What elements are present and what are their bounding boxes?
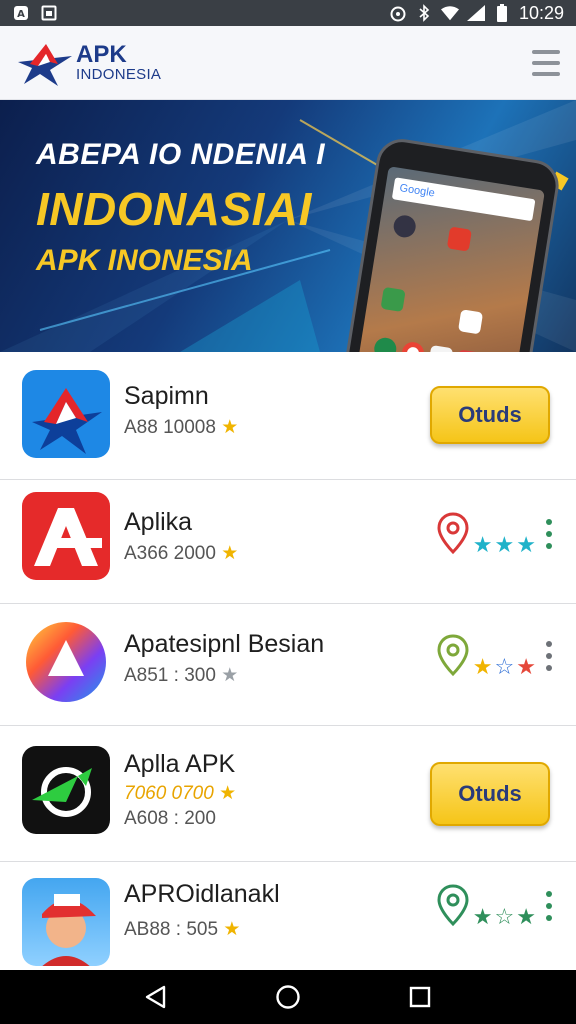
app-subtitle: AB88 : 505 ★ (124, 919, 241, 940)
download-button[interactable]: Otuds (430, 386, 550, 444)
star-icon: ★ (223, 919, 241, 940)
app-icon (428, 344, 454, 352)
app-subtitle: A851 : 300 ★ (124, 665, 239, 686)
app-name: APROidlanakl (124, 880, 280, 908)
app-subtitle: A366 2000 ★ (124, 543, 239, 564)
star-icon: ★ (494, 532, 515, 557)
chrome-icon (400, 340, 426, 352)
alarm-icon (389, 5, 407, 22)
status-time: 10:29 (518, 2, 564, 23)
star-rating: ★ ★ ★ (473, 532, 536, 558)
app-highlight: 7060 0700 ★ (124, 783, 237, 804)
kid-avatar-icon (22, 878, 110, 966)
battery-icon (493, 4, 511, 22)
app-icon (380, 286, 406, 313)
rating-group: ★ ★ ★ (437, 510, 552, 558)
star-icon: ★ (221, 543, 239, 564)
location-pin-icon (437, 884, 469, 927)
more-options-icon[interactable] (546, 891, 552, 921)
star-icon: ★ (221, 417, 239, 438)
app-name: Aplika (124, 508, 193, 536)
svg-text:A: A (17, 9, 25, 20)
list-item[interactable]: Aplika A366 2000 ★ ★ ★ ★ (0, 480, 576, 604)
phone-app-icon (372, 336, 398, 352)
app-name: Apatesipnl Besian (124, 630, 325, 658)
star-outline-icon: ☆ (494, 654, 515, 679)
app-subtitle: A88 10008 ★ (124, 417, 239, 438)
phone-search-bar: Google (391, 177, 536, 222)
app-list: Sapimn A88 10008 ★ Otuds Aplika A366 200… (0, 352, 576, 970)
star-icon: ★ (516, 904, 536, 929)
star-icon: ★ (516, 654, 536, 679)
rating-group: ★ ☆ ★ (437, 882, 552, 930)
app-subtitle: A608 : 200 (124, 808, 216, 829)
app-header: APK INDONESIA (0, 26, 576, 100)
rainbow-triangle-icon (22, 618, 110, 706)
list-item[interactable]: APROidlanakl AB88 : 505 ★ ★ ☆ ★ (0, 862, 576, 970)
red-a-icon (22, 492, 110, 580)
play-store-icon (457, 309, 484, 335)
banner-line3: APK INONESIA (36, 244, 253, 277)
app-icon (446, 226, 472, 252)
logo-line1: APK (76, 41, 127, 68)
recents-square-icon[interactable] (405, 982, 435, 1012)
location-pin-icon (437, 512, 469, 555)
app-name: Aplla APK (124, 750, 236, 778)
hamburger-menu-icon[interactable] (532, 49, 560, 76)
list-item[interactable]: Aplla APK 7060 0700 ★ A608 : 200 Otuds (0, 726, 576, 862)
star-icon: ★ (221, 665, 239, 686)
apk-indonesia-logo-icon (22, 370, 110, 458)
clock-app-icon (392, 213, 418, 239)
home-circle-icon[interactable] (273, 982, 303, 1012)
star-icon: ★ (472, 904, 493, 929)
star-icon: ★ (516, 532, 536, 557)
apk-indonesia-logo-icon (18, 43, 72, 86)
wifi-icon (440, 5, 459, 21)
star-rating: ★ ☆ ★ (473, 654, 536, 680)
star-icon: ★ (472, 654, 493, 679)
system-nav-bar (0, 970, 576, 1024)
notification-a-icon: A (12, 5, 30, 21)
signal-icon (466, 5, 485, 21)
more-options-icon[interactable] (546, 641, 552, 671)
app-name: Sapimn (124, 382, 209, 410)
brand-logo-text[interactable]: APK INDONESIA (76, 41, 162, 83)
bluetooth-icon (415, 4, 433, 22)
logo-line2: INDONESIA (76, 66, 162, 83)
status-bar: A 10:29 (0, 0, 576, 26)
star-outline-icon: ☆ (494, 904, 515, 929)
image-icon (40, 5, 58, 21)
green-arrow-icon (22, 746, 110, 834)
location-pin-icon (437, 634, 469, 677)
list-item[interactable]: Apatesipnl Besian A851 : 300 ★ ★ ☆ ★ (0, 604, 576, 726)
list-item[interactable]: Sapimn A88 10008 ★ Otuds (0, 352, 576, 480)
back-triangle-icon[interactable] (141, 982, 171, 1012)
banner-line1: ABEPA IO NDENIA I (36, 138, 326, 171)
phone-screen: Google (353, 166, 545, 352)
rating-group: ★ ☆ ★ (437, 632, 552, 680)
banner-headline: ABEPA IO NDENIA I INDONASIAI APK INONESI… (36, 138, 325, 278)
star-icon: ★ (472, 532, 493, 557)
star-icon: ★ (219, 783, 237, 804)
star-rating: ★ ☆ ★ (473, 904, 536, 930)
banner-line2: INDONASIAI (36, 183, 312, 235)
promo-banner[interactable]: ABEPA IO NDENIA I INDONASIAI APK INONESI… (0, 100, 576, 352)
more-options-icon[interactable] (546, 519, 552, 549)
download-button[interactable]: Otuds (430, 762, 550, 826)
